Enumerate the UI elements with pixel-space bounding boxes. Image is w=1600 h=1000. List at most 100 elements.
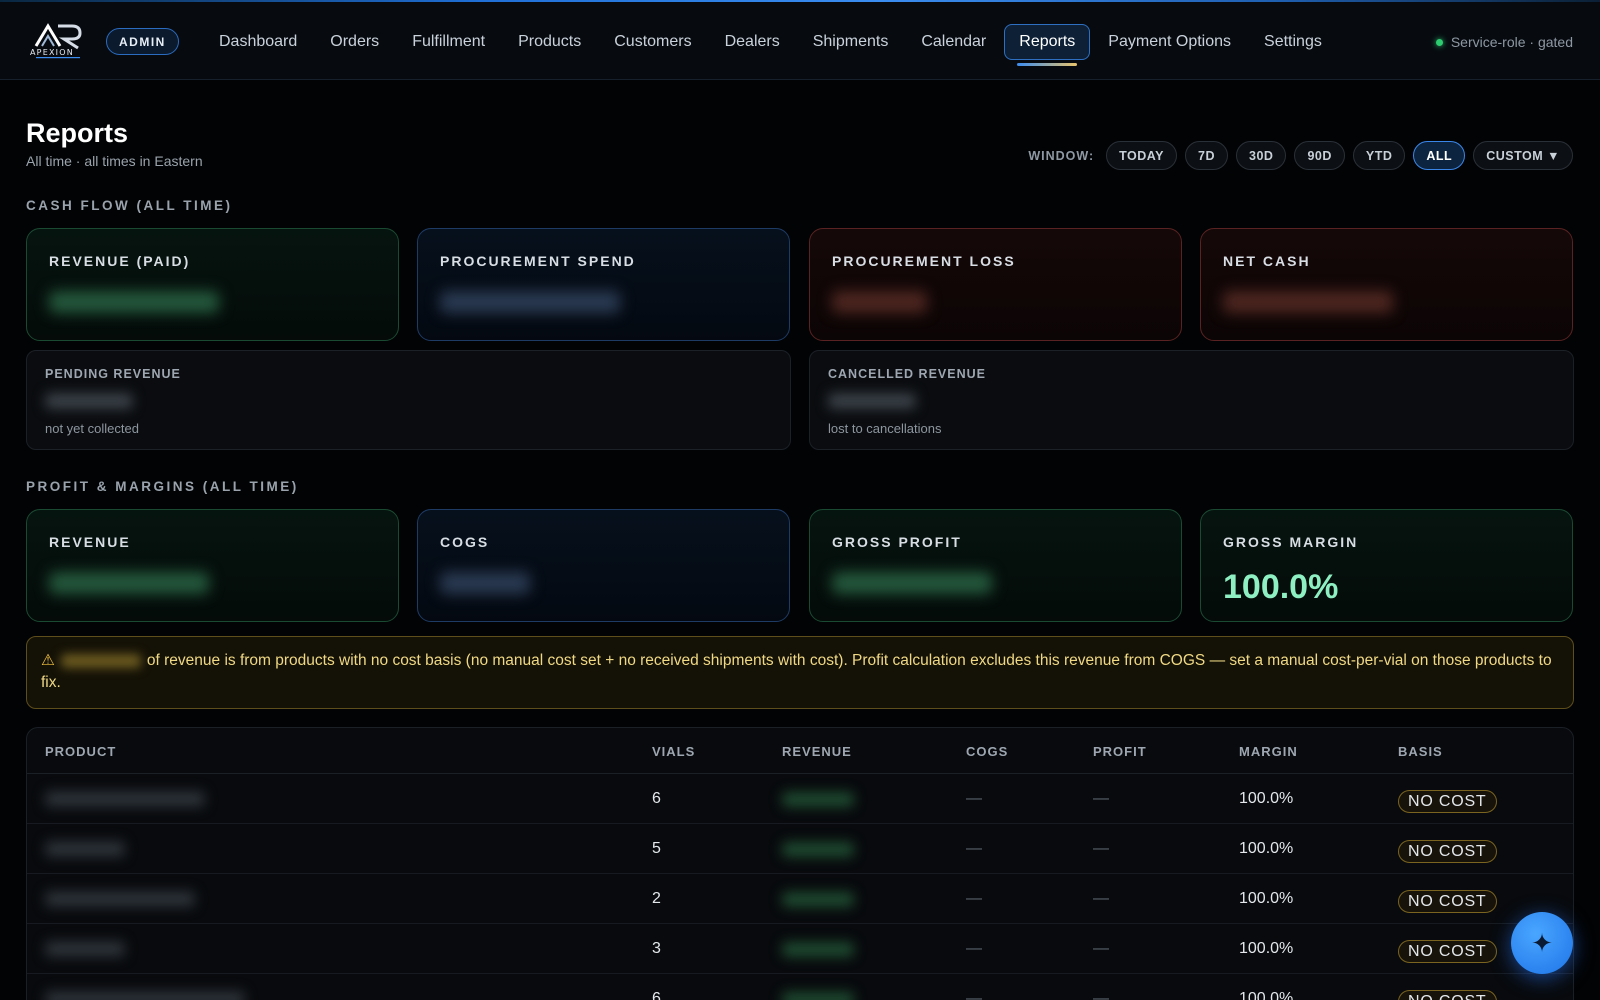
window-option-custom[interactable]: CUSTOM ▼: [1473, 141, 1573, 170]
margin-cell: 100.0%: [1239, 790, 1294, 807]
nav-item-dashboard[interactable]: Dashboard: [204, 24, 312, 60]
redacted-revenue: [782, 892, 854, 907]
kpi-procurement-spend: PROCUREMENT SPEND: [417, 228, 790, 341]
nav-item-calendar[interactable]: Calendar: [906, 24, 1001, 60]
redacted-value: [440, 572, 530, 594]
redacted-value: [1223, 291, 1393, 313]
service-status: Service-role · gated: [1435, 34, 1573, 50]
kpi-label: NET CASH: [1223, 253, 1311, 269]
kpi-cogs: COGS: [417, 509, 790, 622]
redacted-revenue: [782, 942, 854, 957]
logo-mark-icon: APEXION: [30, 23, 82, 59]
main-nav: Dashboard Orders Fulfillment Products Custom…: [204, 24, 1340, 66]
basis-badge: NO COST: [1398, 890, 1497, 913]
col-header-vials[interactable]: VIALS: [652, 744, 695, 759]
kpi-label: PROCUREMENT LOSS: [832, 253, 1016, 269]
kpi-net-cash: NET CASH: [1200, 228, 1573, 341]
kpi-revenue-paid: REVENUE (PAID): [26, 228, 399, 341]
redacted-value: [832, 291, 927, 313]
nav-item-customers[interactable]: Customers: [599, 24, 706, 60]
apexion-logo[interactable]: APEXION: [28, 20, 90, 60]
window-option-7d[interactable]: 7D: [1185, 141, 1229, 170]
margin-cell: 100.0%: [1239, 940, 1294, 957]
redacted-value: [49, 572, 209, 594]
gross-margin-value: 100.0%: [1223, 568, 1339, 606]
margin-cell: 100.0%: [1239, 990, 1294, 1000]
table-row[interactable]: 6 — — 100.0% NO COST: [27, 774, 1573, 824]
redacted-value: [60, 653, 141, 668]
window-option-90d[interactable]: 90D: [1294, 141, 1345, 170]
assistant-fab-button[interactable]: ✦: [1511, 912, 1573, 974]
product-profit-table: PRODUCT VIALS REVENUE COGS PROFIT MARGIN…: [26, 727, 1574, 1000]
redacted-product-name: [45, 891, 195, 907]
kpi-label: PROCUREMENT SPEND: [440, 253, 636, 269]
cogs-cell: —: [966, 990, 982, 1000]
table-row[interactable]: 5 — — 100.0% NO COST: [27, 824, 1573, 874]
col-header-profit[interactable]: PROFIT: [1093, 744, 1147, 759]
kpi-label: GROSS MARGIN: [1223, 534, 1359, 550]
redacted-revenue: [782, 992, 854, 1000]
vials-cell: 6: [652, 790, 661, 807]
vials-cell: 5: [652, 840, 661, 857]
nav-item-payment-options[interactable]: Payment Options: [1093, 24, 1246, 60]
nav-item-reports[interactable]: Reports: [1004, 24, 1091, 66]
margin-cell: 100.0%: [1239, 840, 1294, 857]
window-option-ytd[interactable]: YTD: [1352, 141, 1406, 170]
cogs-cell: —: [966, 940, 982, 957]
basis-badge: NO COST: [1398, 990, 1497, 1000]
window-option-30d[interactable]: 30D: [1236, 141, 1287, 170]
col-header-margin[interactable]: MARGIN: [1239, 744, 1298, 759]
redacted-product-name: [45, 791, 205, 807]
vials-cell: 2: [652, 890, 661, 907]
kpi-label: REVENUE (PAID): [49, 253, 191, 269]
cash-flow-section-title: CASH FLOW (ALL TIME): [26, 198, 233, 213]
profit-section-title: PROFIT & MARGINS (ALL TIME): [26, 479, 299, 494]
nav-item-dealers[interactable]: Dealers: [710, 24, 795, 60]
col-header-basis[interactable]: BASIS: [1398, 744, 1443, 759]
time-window-selector: WINDOW: TODAY 7D 30D 90D YTD ALL CUSTOM ▼: [1028, 141, 1573, 170]
redacted-value: [440, 291, 620, 313]
page-title: Reports: [26, 118, 129, 148]
sparkle-icon: ✦: [1531, 927, 1553, 958]
pending-revenue-label: PENDING REVENUE: [45, 367, 181, 381]
basis-badge: NO COST: [1398, 940, 1497, 963]
window-label: WINDOW:: [1028, 148, 1095, 163]
svg-text:APEXION: APEXION: [30, 48, 74, 57]
col-header-product[interactable]: PRODUCT: [45, 744, 116, 759]
col-header-cogs[interactable]: COGS: [966, 744, 1008, 759]
nav-item-shipments[interactable]: Shipments: [798, 24, 904, 60]
table-row[interactable]: 3 — — 100.0% NO COST: [27, 924, 1573, 974]
table-row[interactable]: 2 — — 100.0% NO COST: [27, 874, 1573, 924]
redacted-revenue: [782, 792, 854, 807]
redacted-value: [45, 393, 133, 409]
basis-badge: NO COST: [1398, 790, 1497, 813]
redacted-product-name: [45, 991, 245, 1000]
window-option-all[interactable]: ALL: [1413, 141, 1466, 170]
cogs-cell: —: [966, 840, 982, 857]
col-header-revenue[interactable]: REVENUE: [782, 744, 852, 759]
kpi-gross-margin: GROSS MARGIN 100.0%: [1200, 509, 1573, 622]
status-dot-icon: [1435, 38, 1443, 46]
nav-item-fulfillment[interactable]: Fulfillment: [397, 24, 500, 60]
profit-cell: —: [1093, 790, 1109, 807]
redacted-value: [49, 291, 219, 313]
cancelled-revenue-label: CANCELLED REVENUE: [828, 367, 986, 381]
nav-item-products[interactable]: Products: [503, 24, 596, 60]
kpi-gross-profit: GROSS PROFIT: [809, 509, 1182, 622]
warning-icon: ⚠: [41, 652, 55, 669]
window-option-today[interactable]: TODAY: [1106, 141, 1178, 170]
page-subtitle: All time · all times in Eastern: [26, 153, 203, 169]
nav-item-orders[interactable]: Orders: [315, 24, 394, 60]
kpi-label: GROSS PROFIT: [832, 534, 962, 550]
redacted-value: [828, 393, 916, 409]
vials-cell: 3: [652, 940, 661, 957]
table-header: PRODUCT VIALS REVENUE COGS PROFIT MARGIN…: [27, 728, 1573, 774]
table-row[interactable]: 6 — — 100.0% NO COST: [27, 974, 1573, 1000]
nav-item-settings[interactable]: Settings: [1249, 24, 1337, 60]
profit-cell: —: [1093, 840, 1109, 857]
margin-cell: 100.0%: [1239, 890, 1294, 907]
cogs-cell: —: [966, 790, 982, 807]
kpi-revenue: REVENUE: [26, 509, 399, 622]
basis-badge: NO COST: [1398, 840, 1497, 863]
status-text: Service-role · gated: [1450, 34, 1573, 50]
